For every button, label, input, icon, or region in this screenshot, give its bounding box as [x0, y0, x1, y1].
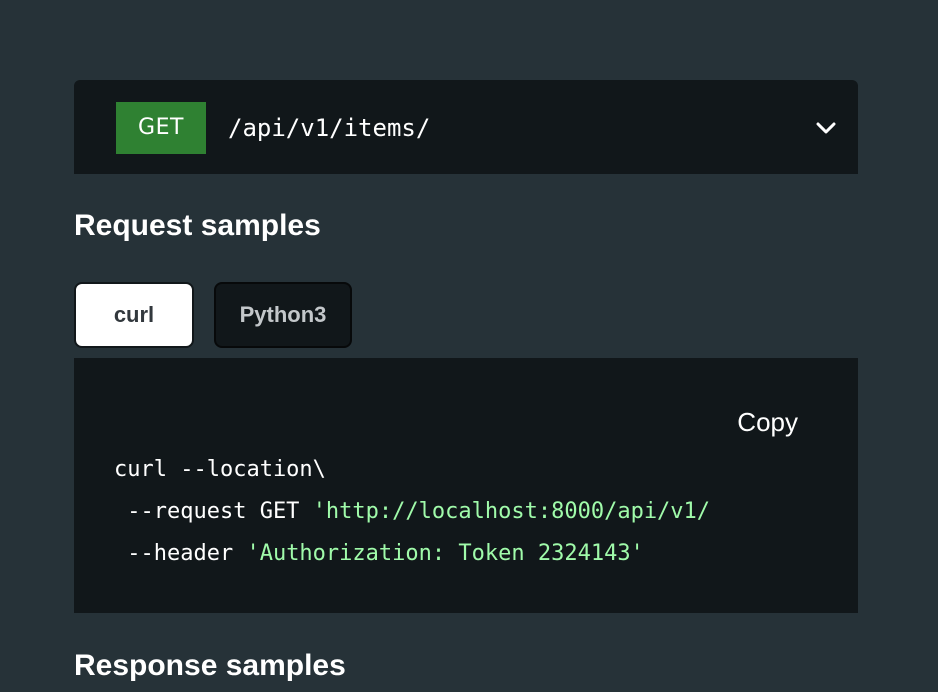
http-method-badge: GET	[116, 102, 206, 154]
code-line: --header 'Authorization: Token 2324143'	[114, 540, 644, 568]
tab-curl[interactable]: curl	[74, 282, 194, 348]
request-samples-heading: Request samples	[74, 209, 321, 242]
code-line: curl --location\	[114, 456, 326, 484]
code-string: 'Authorization: Token 2324143'	[246, 541, 644, 566]
copy-button[interactable]: Copy	[737, 406, 798, 438]
code-line: --request GET 'http://localhost:8000/api…	[114, 498, 710, 526]
chevron-down-icon[interactable]	[814, 116, 838, 140]
tab-python3[interactable]: Python3	[214, 282, 352, 348]
code-sample-panel: Copy curl --location\ --request GET 'htt…	[74, 358, 858, 613]
endpoint-header[interactable]: GET /api/v1/items/	[74, 80, 858, 174]
response-samples-heading: Response samples	[74, 649, 346, 682]
endpoint-path: /api/v1/items/	[228, 114, 431, 142]
code-text: --request GET	[114, 499, 313, 524]
code-text: --header	[114, 541, 247, 566]
code-text: curl --location\	[114, 457, 326, 482]
code-string: 'http://localhost:8000/api/v1/	[312, 499, 711, 524]
